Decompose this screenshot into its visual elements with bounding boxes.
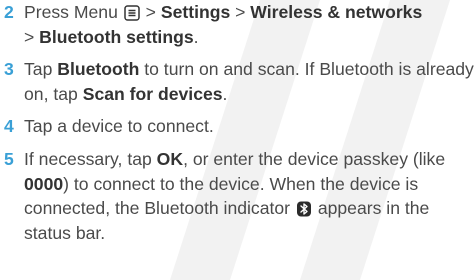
step-3: 3 Tap Bluetooth to turn on and scan. If …	[0, 57, 474, 106]
step-text: If necessary, tap	[24, 148, 152, 169]
step-5: 5 If necessary, tap OK, or enter the dev…	[0, 147, 474, 245]
step-2: 2 Press Menu > Settings > Wireless & net…	[0, 0, 474, 49]
step-text: Tap	[24, 59, 53, 80]
step-number: 2	[4, 2, 14, 22]
settings-label: Settings	[160, 2, 231, 22]
wireless-networks-label: Wireless & networks	[250, 2, 423, 22]
step-number: 5	[4, 148, 14, 169]
scan-for-devices-label: Scan for devices	[82, 83, 223, 104]
step-text: Press Menu	[24, 2, 118, 22]
instruction-steps: 2 Press Menu > Settings > Wireless & net…	[0, 0, 474, 245]
step-text: >	[235, 2, 246, 22]
bluetooth-settings-label: Bluetooth settings	[39, 26, 194, 47]
passkey-example: 0000	[24, 173, 64, 194]
step-text: >	[145, 2, 156, 22]
ok-label: OK	[156, 148, 184, 169]
step-number: 3	[4, 59, 14, 80]
step-text: >	[24, 26, 35, 47]
bluetooth-indicator-icon	[296, 201, 311, 217]
menu-key-icon	[124, 5, 140, 21]
step-text: Tap a device to connect.	[24, 116, 214, 137]
step-text: , or enter the device passkey (like	[183, 148, 446, 169]
step-4: 4 Tap a device to connect.	[0, 114, 474, 139]
step-text: .	[193, 26, 199, 47]
step-text: .	[222, 83, 228, 104]
bluetooth-label: Bluetooth	[57, 59, 140, 80]
step-number: 4	[4, 116, 14, 137]
